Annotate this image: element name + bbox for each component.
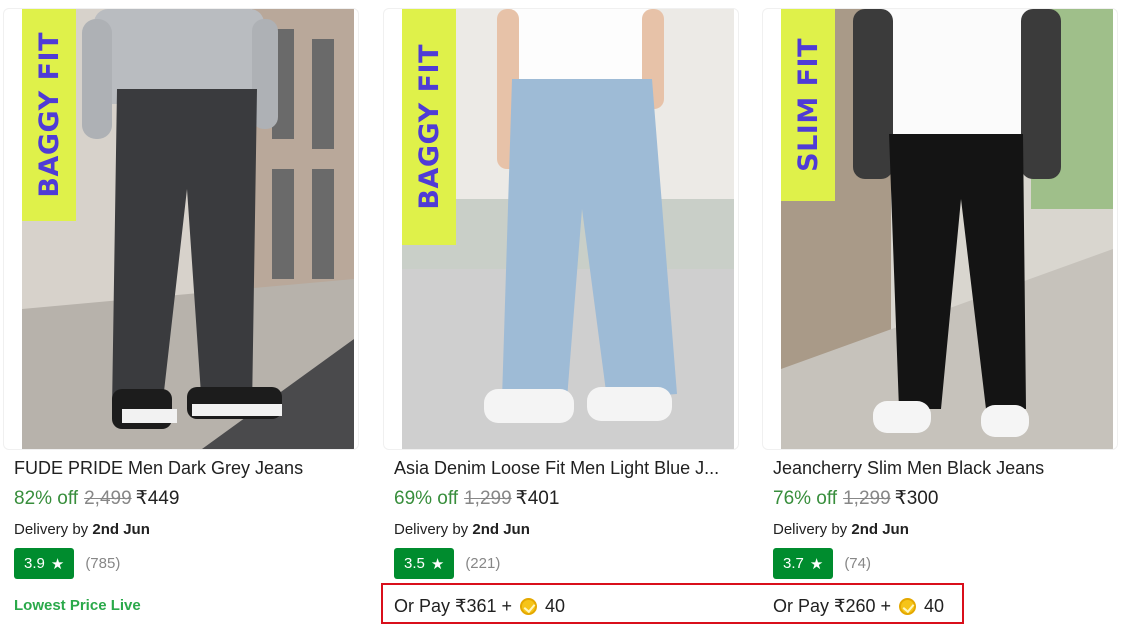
- discount-percent: 82% off: [14, 488, 79, 509]
- delivery-label: Delivery by: [394, 521, 469, 538]
- rating-row: 3.9 ★ (785): [14, 548, 120, 579]
- original-price: 1,299: [843, 488, 891, 509]
- delivery-info: Delivery by 2nd Jun: [394, 521, 530, 538]
- rating-value: 3.9: [24, 555, 45, 572]
- fit-tag-label: BAGGY FIT: [33, 32, 65, 198]
- review-count: (74): [844, 555, 871, 572]
- fit-tag-badge: BAGGY FIT: [22, 9, 76, 221]
- product-image-frame[interactable]: SLIM FIT: [762, 8, 1118, 450]
- fit-tag-badge: SLIM FIT: [781, 9, 835, 201]
- fit-tag-label: BAGGY FIT: [413, 44, 445, 210]
- delivery-date: 2nd Jun: [851, 521, 909, 538]
- product-title[interactable]: FUDE PRIDE Men Dark Grey Jeans: [14, 458, 358, 479]
- rating-badge: 3.5 ★: [394, 548, 455, 579]
- delivery-label: Delivery by: [773, 521, 848, 538]
- original-price: 2,499: [84, 488, 132, 509]
- product-card-2[interactable]: BAGGY FIT Asia Denim Loose Fit Men Light…: [383, 0, 745, 631]
- highlight-box: [381, 583, 964, 624]
- product-image-frame[interactable]: BAGGY FIT: [383, 8, 739, 450]
- review-count: (785): [85, 555, 121, 572]
- selling-price: ₹300: [894, 488, 939, 509]
- product-card-1[interactable]: BAGGY FIT FUDE PRIDE Men Dark Grey Jeans…: [3, 0, 365, 631]
- price-row: 82% off 2,499 ₹449: [14, 487, 179, 510]
- promo-label: Lowest Price Live: [14, 597, 141, 614]
- rating-row: 3.7 ★ (74): [773, 548, 871, 579]
- product-title[interactable]: Asia Denim Loose Fit Men Light Blue J...: [394, 458, 738, 479]
- star-icon: ★: [50, 555, 65, 573]
- discount-percent: 76% off: [773, 488, 838, 509]
- product-title[interactable]: Jeancherry Slim Men Black Jeans: [773, 458, 1117, 479]
- rating-row: 3.5 ★ (221): [394, 548, 500, 579]
- product-image-frame[interactable]: BAGGY FIT: [3, 8, 359, 450]
- delivery-label: Delivery by: [14, 521, 89, 538]
- delivery-info: Delivery by 2nd Jun: [14, 521, 150, 538]
- fit-tag-label: SLIM FIT: [792, 38, 824, 172]
- star-icon: ★: [809, 555, 824, 573]
- product-card-3[interactable]: SLIM FIT Jeancherry Slim Men Black Jeans…: [762, 0, 1122, 631]
- original-price: 1,299: [464, 488, 512, 509]
- fit-tag-badge: BAGGY FIT: [402, 9, 456, 245]
- delivery-date: 2nd Jun: [92, 521, 150, 538]
- price-row: 76% off 1,299 ₹300: [773, 487, 938, 510]
- price-row: 69% off 1,299 ₹401: [394, 487, 559, 510]
- discount-percent: 69% off: [394, 488, 459, 509]
- star-icon: ★: [430, 555, 445, 573]
- rating-value: 3.7: [783, 555, 804, 572]
- selling-price: ₹449: [135, 488, 180, 509]
- delivery-date: 2nd Jun: [472, 521, 530, 538]
- selling-price: ₹401: [515, 488, 560, 509]
- rating-value: 3.5: [404, 555, 425, 572]
- rating-badge: 3.9 ★: [14, 548, 75, 579]
- rating-badge: 3.7 ★: [773, 548, 834, 579]
- review-count: (221): [465, 555, 501, 572]
- delivery-info: Delivery by 2nd Jun: [773, 521, 909, 538]
